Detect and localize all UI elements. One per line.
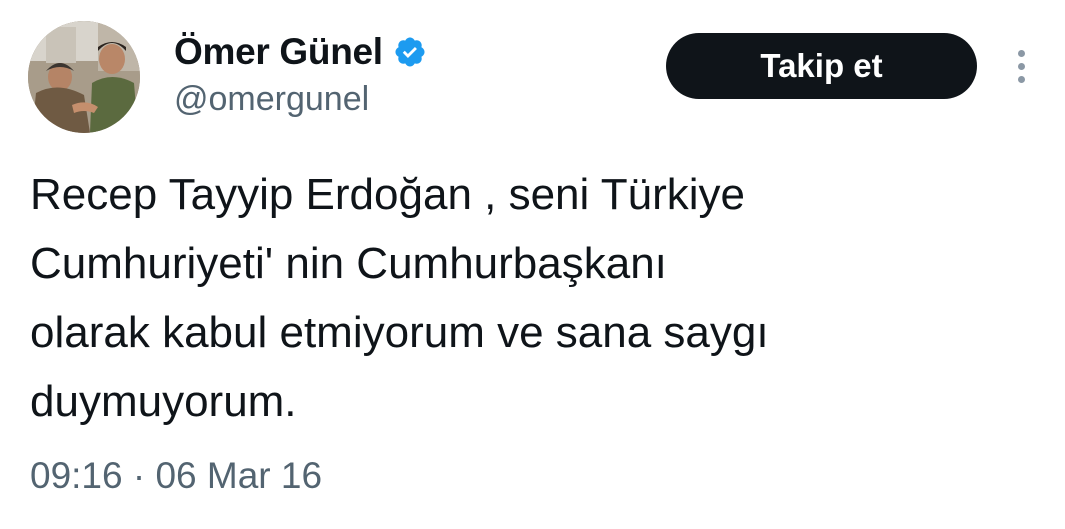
author-handle[interactable]: @omergunel [174,80,369,119]
follow-button[interactable]: Takip et [666,33,977,99]
more-options-button[interactable] [1004,44,1038,88]
tweet-timestamp[interactable]: 09:16 · 06 Mar 16 [30,455,322,497]
more-vertical-icon-dot [1017,62,1025,70]
author-display-name[interactable]: Ömer Günel [174,31,383,73]
tweet-text: Recep Tayyip Erdoğan , seni Türkiye Cumh… [30,170,769,426]
more-vertical-icon-dot [1017,75,1025,83]
verified-badge-icon [393,35,427,69]
avatar-photo [28,21,140,133]
more-vertical-icon [1017,49,1025,57]
author-name-row: Ömer Günel [174,28,427,76]
avatar[interactable] [28,21,140,133]
